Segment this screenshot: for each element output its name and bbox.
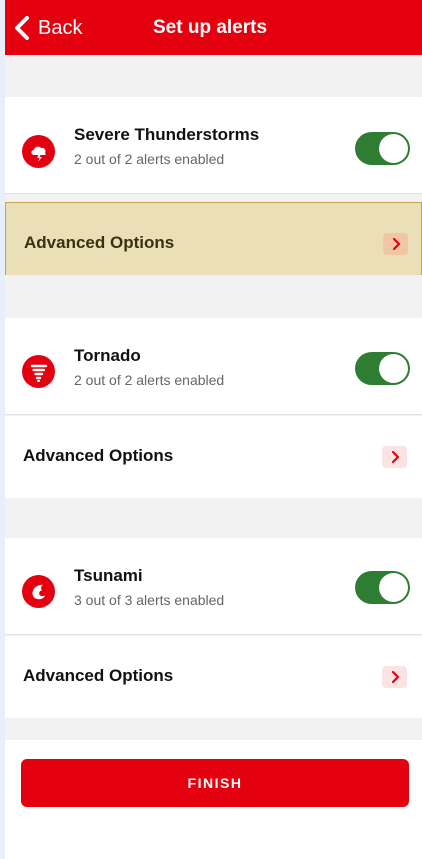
alert-row-severe-thunderstorms: Severe Thunderstorms 2 out of 2 alerts e… <box>5 97 422 194</box>
toggle-knob <box>379 573 408 602</box>
advanced-options-label: Advanced Options <box>23 446 174 465</box>
chevron-right-icon <box>382 666 407 688</box>
toggle-knob <box>379 134 408 163</box>
advanced-options-severe-thunderstorms[interactable]: Advanced Options <box>5 202 422 284</box>
back-label: Back <box>38 16 83 39</box>
tsunami-toggle[interactable] <box>355 571 410 604</box>
severe-thunderstorms-toggle[interactable] <box>355 132 410 165</box>
advanced-options-label: Advanced Options <box>23 666 174 685</box>
screen: Back Set up alerts Severe Thunderstorms … <box>5 0 422 859</box>
alert-row-tsunami: Tsunami 3 out of 3 alerts enabled <box>5 538 422 635</box>
alert-status: 2 out of 2 alerts enabled <box>74 372 225 388</box>
finish-button[interactable]: FINISH <box>21 759 409 807</box>
advanced-options-label: Advanced Options <box>24 233 175 252</box>
alert-status: 2 out of 2 alerts enabled <box>74 151 225 167</box>
page-title: Set up alerts <box>153 17 268 38</box>
toggle-knob <box>379 354 408 383</box>
thunderstorm-cloud-icon <box>22 135 55 168</box>
section-gap <box>5 718 422 740</box>
alert-title: Severe Thunderstorms <box>74 125 260 144</box>
alert-title: Tsunami <box>74 566 143 585</box>
alert-row-tornado: Tornado 2 out of 2 alerts enabled <box>5 318 422 415</box>
tornado-icon <box>22 355 55 388</box>
nav-bar: Back Set up alerts <box>5 0 422 55</box>
advanced-options-tornado[interactable]: Advanced Options <box>5 416 422 498</box>
section-gap <box>5 55 422 97</box>
alert-status: 3 out of 3 alerts enabled <box>74 592 225 608</box>
chevron-right-icon <box>383 233 408 255</box>
chevron-right-icon <box>382 446 407 468</box>
section-gap <box>5 275 422 318</box>
chevron-left-icon <box>15 16 29 40</box>
tornado-toggle[interactable] <box>355 352 410 385</box>
tsunami-wave-icon <box>22 575 55 608</box>
alert-title: Tornado <box>74 346 141 365</box>
advanced-options-tsunami[interactable]: Advanced Options <box>5 636 422 718</box>
back-button[interactable]: Back <box>14 14 82 42</box>
section-gap <box>5 498 422 538</box>
